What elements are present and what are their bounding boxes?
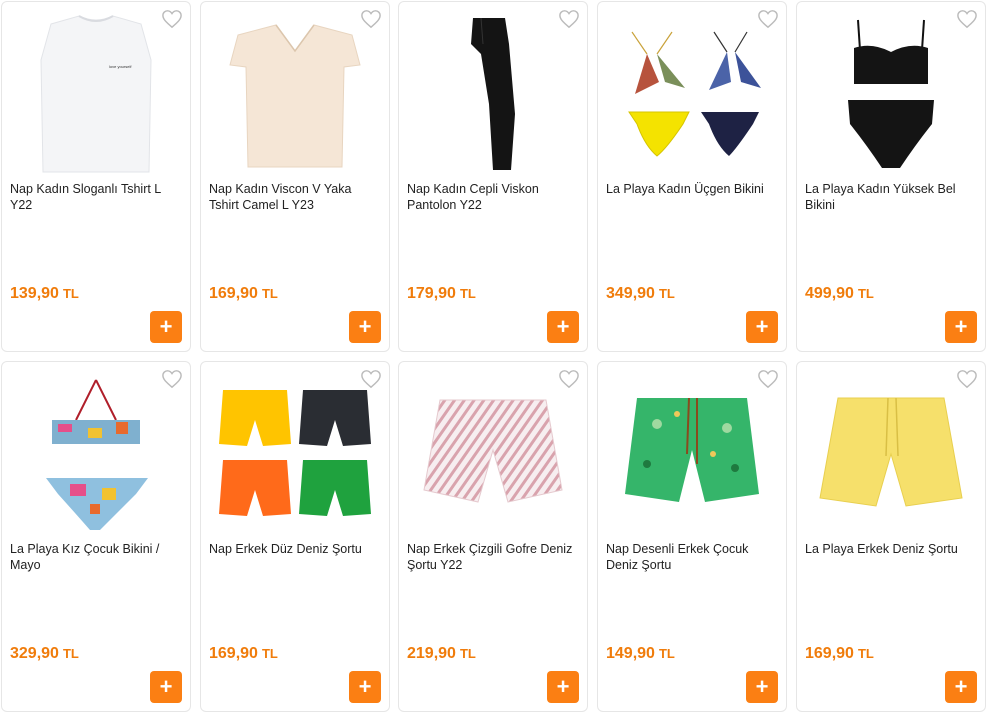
green-patterned-shorts-icon xyxy=(625,397,759,502)
product-card[interactable]: Nap Desenli Erkek Çocuk Deniz Şortu 149,… xyxy=(597,361,787,712)
add-to-cart-button[interactable]: + xyxy=(150,311,182,343)
product-card[interactable]: love yourself Nap Kadın Sloganlı Tshirt … xyxy=(1,1,191,352)
add-to-cart-button[interactable]: + xyxy=(547,311,579,343)
product-image[interactable] xyxy=(598,10,786,178)
product-name[interactable]: Nap Erkek Düz Deniz Şortu xyxy=(209,541,381,557)
product-name[interactable]: Nap Kadın Cepli Viskon Pantolon Y22 xyxy=(407,181,579,213)
product-name[interactable]: Nap Erkek Çizgili Gofre Deniz Şortu Y22 xyxy=(407,541,579,573)
add-to-cart-button[interactable]: + xyxy=(746,311,778,343)
product-price: 219,90 TL xyxy=(407,645,476,662)
product-price: 169,90 TL xyxy=(209,285,278,302)
product-name[interactable]: La Playa Erkek Deniz Şortu xyxy=(805,541,977,557)
product-card[interactable]: La Playa Erkek Deniz Şortu 169,90 TL + xyxy=(796,361,986,712)
high-waist-bikini-icon xyxy=(848,19,934,168)
product-image[interactable] xyxy=(399,10,587,178)
product-image[interactable]: love yourself xyxy=(2,10,190,178)
product-card[interactable]: Nap Erkek Çizgili Gofre Deniz Şortu Y22 … xyxy=(398,361,588,712)
product-name[interactable]: Nap Kadın Viscon V Yaka Tshirt Camel L Y… xyxy=(209,181,381,213)
product-price: 499,90 TL xyxy=(805,285,874,302)
swim-shorts-set-icon xyxy=(219,390,371,516)
product-name[interactable]: La Playa Kadın Yüksek Bel Bikini xyxy=(805,181,977,213)
product-image[interactable] xyxy=(797,10,985,178)
product-price: 149,90 TL xyxy=(606,645,675,662)
product-name[interactable]: Nap Desenli Erkek Çocuk Deniz Şortu xyxy=(606,541,778,573)
add-to-cart-button[interactable]: + xyxy=(349,311,381,343)
product-card[interactable]: Nap Kadın Cepli Viskon Pantolon Y22 179,… xyxy=(398,1,588,352)
striped-swim-shorts-icon xyxy=(423,399,563,503)
product-grid: love yourself Nap Kadın Sloganlı Tshirt … xyxy=(0,0,986,714)
product-card[interactable]: La Playa Kadın Yüksek Bel Bikini 499,90 T… xyxy=(796,1,986,352)
product-image[interactable] xyxy=(201,10,389,178)
product-image[interactable] xyxy=(399,370,587,538)
product-card[interactable]: Nap Erkek Düz Deniz Şortu 169,90 TL + xyxy=(200,361,390,712)
product-price: 349,90 TL xyxy=(606,285,675,302)
product-price: 329,90 TL xyxy=(10,645,79,662)
add-to-cart-button[interactable]: + xyxy=(547,671,579,703)
product-price: 169,90 TL xyxy=(209,645,278,662)
product-card[interactable]: Nap Kadın Viscon V Yaka Tshirt Camel L Y… xyxy=(200,1,390,352)
product-image[interactable] xyxy=(797,370,985,538)
product-price: 179,90 TL xyxy=(407,285,476,302)
product-name[interactable]: Nap Kadın Sloganlı Tshirt L Y22 xyxy=(10,181,182,213)
product-card[interactable]: La Playa Kadın Üçgen Bikini 349,90 TL + xyxy=(597,1,787,352)
product-image[interactable] xyxy=(598,370,786,538)
white-tshirt-icon: love yourself xyxy=(40,14,152,172)
product-image[interactable] xyxy=(2,370,190,538)
product-price: 169,90 TL xyxy=(805,645,874,662)
triangle-bikini-icon xyxy=(628,31,761,157)
product-card[interactable]: La Playa Kız Çocuk Bikini / Mayo 329,90 T… xyxy=(1,361,191,712)
add-to-cart-button[interactable]: + xyxy=(150,671,182,703)
yellow-swim-shorts-icon xyxy=(819,397,963,507)
product-image[interactable] xyxy=(201,370,389,538)
product-price: 139,90 TL xyxy=(10,285,79,302)
add-to-cart-button[interactable]: + xyxy=(349,671,381,703)
add-to-cart-button[interactable]: + xyxy=(945,311,977,343)
girls-bikini-icon xyxy=(46,379,148,530)
product-name[interactable]: La Playa Kız Çocuk Bikini / Mayo xyxy=(10,541,182,573)
tshirt-print-text: love yourself xyxy=(109,64,132,69)
camel-vneck-tshirt-icon xyxy=(229,24,361,168)
add-to-cart-button[interactable]: + xyxy=(945,671,977,703)
product-name[interactable]: La Playa Kadın Üçgen Bikini xyxy=(606,181,778,197)
black-trousers-icon xyxy=(471,17,515,170)
add-to-cart-button[interactable]: + xyxy=(746,671,778,703)
